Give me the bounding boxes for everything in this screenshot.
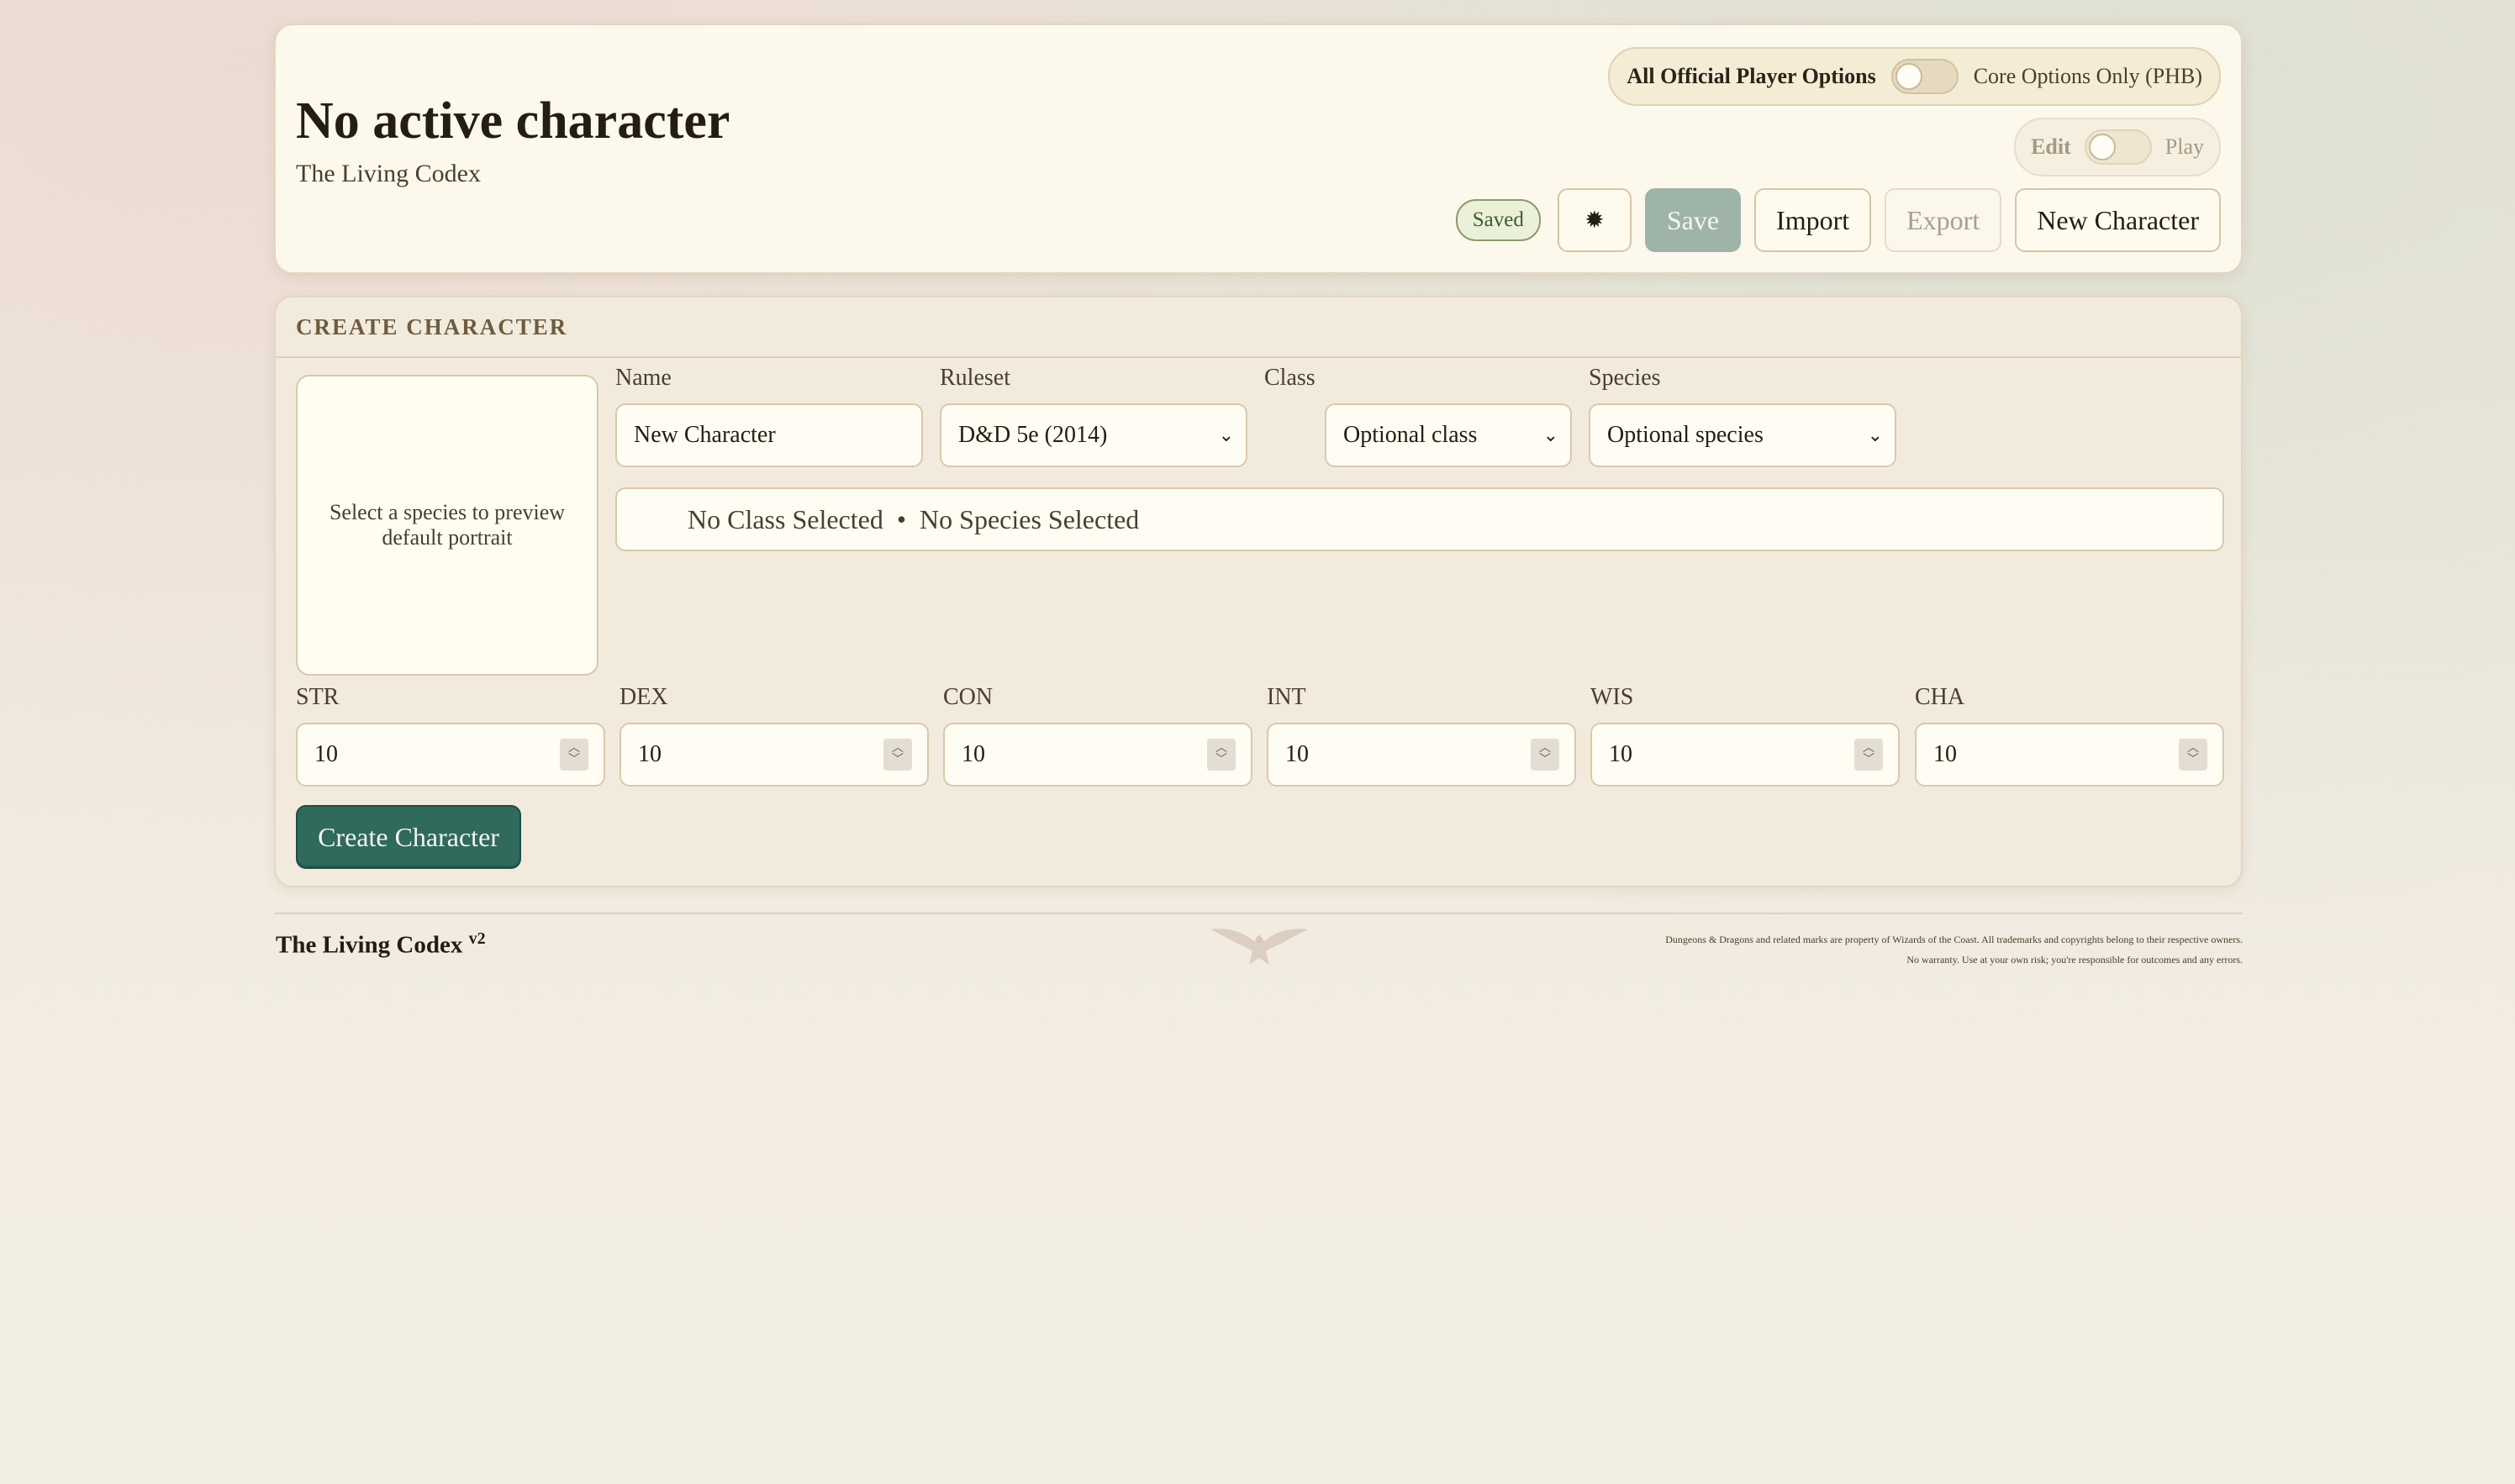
footer: The Living Codex v2 Dungeons & Dragons a… — [274, 913, 2243, 981]
switch-knob — [2088, 134, 2116, 161]
stat-label-int: INT — [1267, 684, 1306, 710]
stat-input-wis[interactable]: 10 ︿ ﹀ — [1590, 723, 1900, 787]
name-input[interactable]: New Character — [615, 403, 923, 467]
version-badge: v2 — [468, 929, 486, 948]
import-button[interactable]: Import — [1754, 188, 1872, 252]
stat-value: 10 — [638, 741, 662, 767]
class-select[interactable]: Optional class ⌄ — [1325, 403, 1572, 467]
new-character-button[interactable]: New Character — [2015, 188, 2221, 252]
eagle-emblem-icon — [1210, 929, 1308, 965]
stat-value: 10 — [1609, 741, 1632, 767]
spinner-icon[interactable]: ︿ ﹀ — [1207, 739, 1236, 771]
chevron-down-icon: ⌄ — [1218, 424, 1234, 445]
footer-brand-name: The Living Codex — [276, 931, 463, 959]
legal-line-2: No warranty. Use at your own risk; you'r… — [1906, 954, 2243, 966]
mode-toggle-play-label: Play — [2164, 134, 2204, 159]
mode-toggle[interactable]: Edit Play — [2014, 118, 2221, 176]
mode-switch[interactable] — [2084, 129, 2152, 165]
settings-button[interactable]: ✹ — [1557, 188, 1632, 252]
options-toggle[interactable]: All Official Player Options Core Options… — [1608, 47, 2221, 106]
stat-input-dex[interactable]: 10 ︿ ﹀ — [620, 723, 929, 787]
create-character-button[interactable]: Create Character — [296, 805, 521, 869]
status-badge: Saved — [1455, 199, 1541, 241]
stat-input-con[interactable]: 10 ︿ ﹀ — [943, 723, 1252, 787]
chevron-down-icon: ⌄ — [1867, 424, 1883, 445]
summary-separator: • — [896, 503, 907, 534]
stat-label-dex: DEX — [620, 684, 668, 710]
species-label: Species — [1589, 365, 1661, 391]
stat-value: 10 — [314, 741, 338, 767]
header-card: No active character The Living Codex All… — [274, 24, 2243, 274]
portrait-preview: Select a species to preview default port… — [296, 375, 598, 676]
stat-input-cha[interactable]: 10 ︿ ﹀ — [1915, 723, 2224, 787]
summary-class: No Class Selected — [688, 503, 883, 534]
stat-value: 10 — [962, 741, 985, 767]
save-button[interactable]: Save — [1644, 188, 1742, 252]
summary-species: No Species Selected — [920, 503, 1140, 534]
stat-label-cha: CHA — [1915, 684, 1965, 710]
name-label: Name — [615, 365, 672, 391]
create-character-card: CREATE CHARACTER Select a species to pre… — [274, 296, 2243, 887]
ruleset-value: D&D 5e (2014) — [958, 422, 1108, 448]
stat-value: 10 — [1933, 741, 1957, 767]
chevron-down-icon: ⌄ — [1542, 424, 1558, 445]
stat-label-wis: WIS — [1590, 684, 1634, 710]
header-actions: Saved ✹ Save Import Export New Character — [1455, 188, 2221, 252]
portrait-hint: Select a species to preview default port… — [329, 500, 566, 550]
spinner-icon[interactable]: ︿ ﹀ — [560, 739, 588, 771]
stat-label-str: STR — [296, 684, 340, 710]
legal-line-1: Dungeons & Dragons and related marks are… — [1665, 934, 2243, 945]
options-toggle-right-label: Core Options Only (PHB) — [1973, 64, 2202, 88]
section-title: CREATE CHARACTER — [276, 297, 2241, 358]
ruleset-select[interactable]: D&D 5e (2014) ⌄ — [940, 403, 1247, 467]
species-select[interactable]: Optional species ⌄ — [1589, 403, 1896, 467]
options-switch[interactable] — [1890, 59, 1959, 94]
class-label: Class — [1264, 365, 1315, 391]
app-container: No active character The Living Codex All… — [274, 24, 2243, 981]
export-button[interactable]: Export — [1885, 188, 2002, 252]
stat-label-con: CON — [943, 684, 994, 710]
spinner-icon[interactable]: ︿ ﹀ — [883, 739, 912, 771]
stat-input-str[interactable]: 10 ︿ ﹀ — [296, 723, 605, 787]
spinner-icon[interactable]: ︿ ﹀ — [1531, 739, 1559, 771]
options-toggle-left-label: All Official Player Options — [1627, 64, 1876, 88]
page-subtitle: The Living Codex — [296, 160, 481, 187]
character-summary: No Class Selected • No Species Selected — [615, 487, 2224, 551]
spinner-icon[interactable]: ︿ ﹀ — [1854, 739, 1883, 771]
switch-knob — [1895, 63, 1922, 90]
ruleset-label: Ruleset — [940, 365, 1010, 391]
legal-notice: Dungeons & Dragons and related marks are… — [1665, 929, 2243, 970]
species-value: Optional species — [1607, 422, 1764, 448]
gear-icon: ✹ — [1584, 208, 1605, 234]
page-title: No active character — [296, 92, 730, 150]
stat-input-int[interactable]: 10 ︿ ﹀ — [1267, 723, 1576, 787]
footer-brand: The Living Codex v2 — [276, 929, 486, 960]
stat-value: 10 — [1285, 741, 1309, 767]
mode-toggle-edit-label: Edit — [2031, 134, 2071, 159]
spinner-icon[interactable]: ︿ ﹀ — [2179, 739, 2207, 771]
class-value: Optional class — [1343, 422, 1478, 448]
